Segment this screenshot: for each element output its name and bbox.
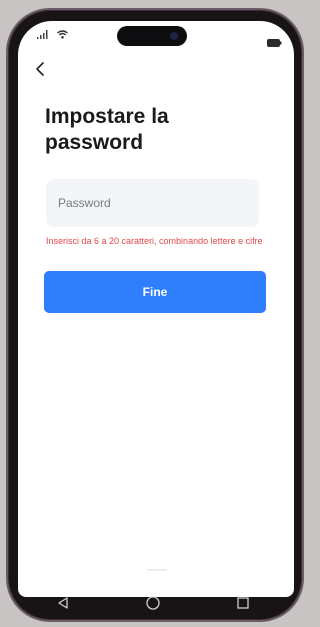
home-indicator xyxy=(147,569,167,571)
status-bar-right xyxy=(267,34,282,52)
camera-icon xyxy=(170,32,178,40)
password-input[interactable] xyxy=(46,179,259,227)
square-recents-icon xyxy=(237,597,249,609)
back-button[interactable] xyxy=(30,58,50,80)
status-bar-left xyxy=(37,30,68,39)
system-nav-bar xyxy=(18,588,288,618)
signal-icon xyxy=(37,30,48,39)
submit-button[interactable]: Fine xyxy=(44,271,266,313)
circle-home-icon xyxy=(146,596,160,610)
triangle-back-icon xyxy=(58,597,68,609)
battery-icon xyxy=(267,39,282,47)
password-hint: Inserisci da 6 a 20 caratteri, combinand… xyxy=(46,236,263,246)
wifi-icon xyxy=(57,30,68,39)
nav-back-button[interactable] xyxy=(48,590,78,616)
nav-recents-button[interactable] xyxy=(228,590,258,616)
page-title: Impostare la password xyxy=(45,105,169,154)
dynamic-island xyxy=(117,26,187,46)
chevron-left-icon xyxy=(36,62,44,76)
nav-home-button[interactable] xyxy=(138,590,168,616)
